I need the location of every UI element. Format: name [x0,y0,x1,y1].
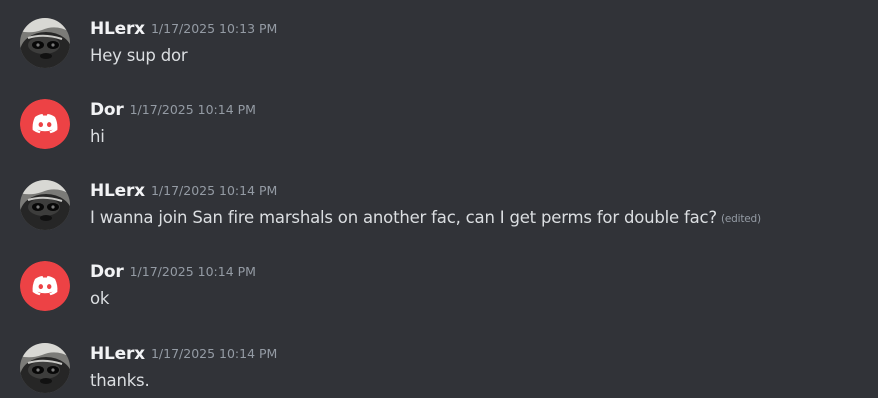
message-item: HLerx 1/17/2025 10:14 PM thanks. [0,343,878,398]
timestamp: 1/17/2025 10:14 PM [150,183,278,198]
message-item: HLerx 1/17/2025 10:13 PM Hey sup dor [0,18,878,78]
message-text: I wanna join San fire marshals on anothe… [90,208,717,227]
message-header: HLerx 1/17/2025 10:14 PM [90,180,277,202]
message-item: HLerx 1/17/2025 10:14 PM I wanna join San… [0,180,878,240]
username[interactable]: HLerx [90,344,145,364]
username[interactable]: Dor [90,262,124,282]
message-header: HLerx 1/17/2025 10:13 PM [90,18,277,40]
username[interactable]: HLerx [90,19,145,39]
message-content: hi [90,127,105,146]
username[interactable]: Dor [90,100,124,120]
chat-message-list: HLerx 1/17/2025 10:13 PM Hey sup dor Dor 1… [0,0,878,398]
raccoon-avatar[interactable] [20,18,70,68]
timestamp: 1/17/2025 10:13 PM [150,21,278,36]
username[interactable]: HLerx [90,181,145,201]
discord-logo-avatar[interactable] [20,261,70,311]
raccoon-avatar[interactable] [20,180,70,230]
message-content: ok [90,289,110,308]
timestamp: 1/17/2025 10:14 PM [129,264,256,279]
message-content: Hey sup dor [90,46,188,65]
timestamp: 1/17/2025 10:14 PM [150,346,278,361]
message-item: Dor 1/17/2025 10:14 PM ok [0,261,878,321]
message-header: Dor 1/17/2025 10:14 PM [90,99,256,121]
message-content: thanks. [90,371,150,390]
message-header: HLerx 1/17/2025 10:14 PM [90,343,277,365]
discord-logo-avatar[interactable] [20,99,70,149]
timestamp: 1/17/2025 10:14 PM [129,102,256,117]
message-content: I wanna join San fire marshals on anothe… [90,207,761,230]
raccoon-avatar[interactable] [20,343,70,393]
edited-label: (edited) [721,213,761,225]
message-header: Dor 1/17/2025 10:14 PM [90,261,256,283]
message-item: Dor 1/17/2025 10:14 PM hi [0,99,878,159]
